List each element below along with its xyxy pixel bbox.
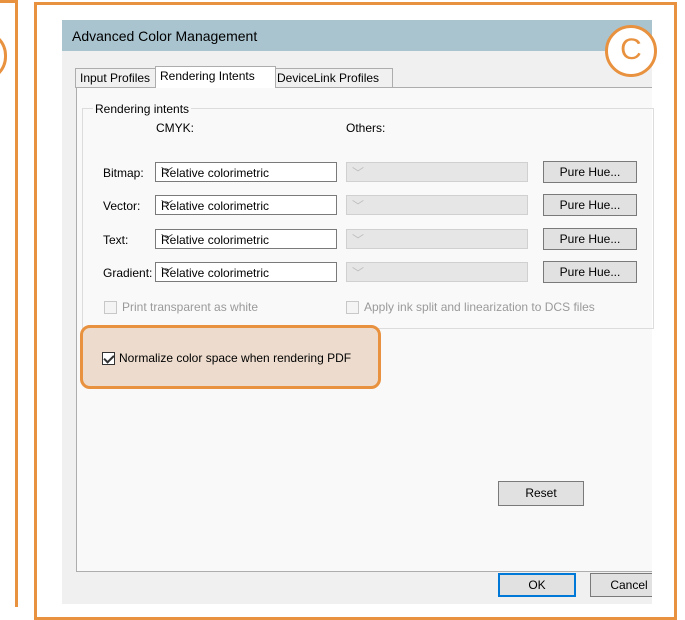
cancel-button[interactable]: Cancel	[590, 573, 652, 597]
normalize-checkbox[interactable]	[102, 352, 115, 365]
bitmap-others-select: ﹀	[346, 162, 528, 182]
text-pure-hue-button[interactable]: Pure Hue...	[543, 228, 637, 250]
chevron-down-icon: ﹀	[161, 166, 174, 180]
left-badge-fragment	[0, 31, 7, 81]
window-title: Advanced Color Management	[72, 28, 258, 44]
step-badge: C	[605, 25, 657, 77]
text-others-select: ﹀	[346, 229, 528, 249]
vector-pure-hue-button[interactable]: Pure Hue...	[543, 194, 637, 216]
ink-split-checkbox	[346, 301, 359, 314]
chevron-down-icon: ﹀	[352, 199, 365, 213]
tab-input-profiles[interactable]: Input Profiles	[75, 68, 157, 88]
rendering-intents-group	[82, 108, 654, 329]
tab-rendering-intents[interactable]: Rendering Intents	[155, 66, 276, 88]
bitmap-cmyk-select[interactable]: Relative colorimetric ﹀	[155, 162, 337, 182]
group-title: Rendering intents	[93, 102, 192, 116]
vector-cmyk-select[interactable]: Relative colorimetric ﹀	[155, 195, 337, 215]
left-panel-frame	[0, 0, 18, 607]
chevron-down-icon: ﹀	[161, 199, 174, 213]
gradient-others-select: ﹀	[346, 262, 528, 282]
vector-others-select: ﹀	[346, 195, 528, 215]
print-transparent-label: Print transparent as white	[122, 300, 259, 314]
chevron-down-icon: ﹀	[161, 233, 174, 247]
others-column-header: Others:	[346, 121, 386, 135]
chevron-down-icon: ﹀	[352, 233, 365, 247]
row-label-gradient: Gradient:	[103, 266, 153, 280]
tab-devicelink-profiles[interactable]: DeviceLink Profiles	[272, 68, 393, 88]
chevron-down-icon: ﹀	[352, 266, 365, 280]
row-label-bitmap: Bitmap:	[103, 166, 144, 180]
bitmap-pure-hue-button[interactable]: Pure Hue...	[543, 161, 637, 183]
cancel-button-clip: Cancel	[590, 573, 652, 597]
chevron-down-icon: ﹀	[161, 266, 174, 280]
ok-button[interactable]: OK	[498, 573, 576, 597]
row-label-text: Text:	[103, 233, 129, 247]
gradient-pure-hue-button[interactable]: Pure Hue...	[543, 261, 637, 283]
row-label-vector: Vector:	[103, 199, 141, 213]
normalize-label: Normalize color space when rendering PDF	[119, 351, 352, 365]
title-bar: Advanced Color Management	[62, 20, 652, 51]
ink-split-label: Apply ink split and linearization to DCS…	[364, 300, 595, 314]
text-cmyk-select[interactable]: Relative colorimetric ﹀	[155, 229, 337, 249]
print-transparent-checkbox	[104, 301, 117, 314]
reset-button[interactable]: Reset	[498, 481, 584, 506]
gradient-cmyk-select[interactable]: Relative colorimetric ﹀	[155, 262, 337, 282]
cmyk-column-header: CMYK:	[156, 121, 195, 135]
chevron-down-icon: ﹀	[352, 166, 365, 180]
